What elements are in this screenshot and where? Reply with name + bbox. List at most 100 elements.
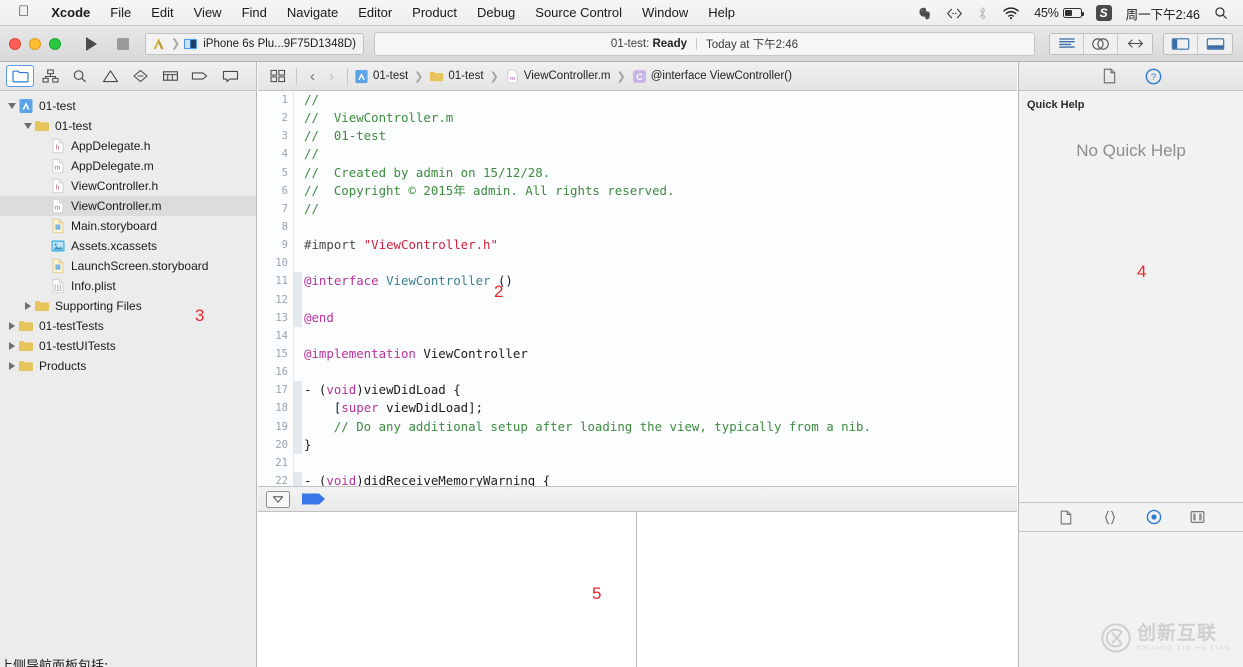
file-tree-row[interactable]: 01-test (0, 116, 256, 136)
battery-indicator[interactable]: 45% (1027, 0, 1088, 26)
menu-bar-clock[interactable]: 周一下午2:46 (1119, 0, 1207, 26)
code-line[interactable]: 7 // (258, 200, 1017, 218)
navigate-back-button[interactable]: ‹ (303, 69, 322, 84)
breakpoint-navigator-tab[interactable] (186, 65, 214, 87)
code-line[interactable]: 22 - (void)didReceiveMemoryWarning { (258, 471, 1017, 486)
scheme-selector[interactable]: ❯ iPhone 6s Plu...9F75D1348D) (145, 32, 365, 55)
menu-navigate[interactable]: Navigate (277, 0, 348, 26)
file-tree-row[interactable]: Supporting Files (0, 296, 256, 316)
file-tree-row[interactable]: LaunchScreen.storyboard (0, 256, 256, 276)
file-tree-row[interactable]: 01-testTests (0, 316, 256, 336)
evernote-icon[interactable] (910, 0, 939, 26)
code-line[interactable]: 6 // Copyright © 2015年 admin. All rights … (258, 182, 1017, 200)
code-line[interactable]: 20} (258, 435, 1017, 454)
file-tree-row[interactable]: 01-test (0, 96, 256, 116)
menu-source-control[interactable]: Source Control (525, 0, 632, 26)
symbol-navigator-tab[interactable] (36, 65, 64, 87)
code-line[interactable]: 1 // (258, 91, 1017, 109)
menu-view[interactable]: View (184, 0, 232, 26)
code-line[interactable]: 5 // Created by admin on 15/12/28. (258, 164, 1017, 182)
bluetooth-icon[interactable] (970, 0, 995, 26)
assistant-editor-button[interactable] (1084, 33, 1118, 54)
code-line[interactable]: 15 @implementation ViewController (258, 345, 1017, 363)
wifi-icon[interactable] (995, 0, 1027, 26)
file-tree-row[interactable]: Main.storyboard (0, 216, 256, 236)
report-navigator-tab[interactable] (216, 65, 244, 87)
code-line[interactable]: 9 #import "ViewController.h" (258, 236, 1017, 254)
quick-help-inspector-tab[interactable]: ? (1140, 65, 1166, 87)
disclosure-triangle-icon[interactable] (22, 302, 34, 310)
object-library-tab[interactable] (1187, 506, 1209, 528)
file-inspector-tab[interactable] (1096, 65, 1122, 87)
project-navigator-tab[interactable] (6, 65, 34, 87)
find-navigator-tab[interactable] (66, 65, 94, 87)
source-code-editor[interactable]: 1 // 2 // ViewController.m 3 // 01-test 4 // 5 //… (258, 91, 1017, 486)
apple-icon[interactable]:  (0, 4, 41, 21)
variables-view[interactable] (258, 512, 637, 667)
code-line[interactable]: 13 @end (258, 308, 1017, 327)
file-tree-row[interactable]: h ViewController.h (0, 176, 256, 196)
code-line[interactable]: 10 (258, 254, 1017, 272)
menu-debug[interactable]: Debug (467, 0, 525, 26)
menu-edit[interactable]: Edit (141, 0, 183, 26)
breadcrumb-file[interactable]: m ViewController.m (505, 69, 611, 84)
file-tree-row[interactable]: m ViewController.m (0, 196, 256, 216)
close-window-button[interactable] (9, 37, 21, 50)
breadcrumb-symbol[interactable]: C @interface ViewController() (632, 69, 792, 84)
code-line[interactable]: 3 // 01-test (258, 127, 1017, 145)
menu-find[interactable]: Find (232, 0, 277, 26)
disclosure-triangle-icon[interactable] (6, 342, 18, 350)
stop-button[interactable] (107, 33, 139, 55)
code-line[interactable]: 12 (258, 290, 1017, 309)
standard-editor-button[interactable] (1050, 33, 1084, 54)
minimize-window-button[interactable] (29, 37, 41, 50)
code-line[interactable]: 2 // ViewController.m (258, 109, 1017, 127)
code-line[interactable]: 17 - (void)viewDidLoad { (258, 381, 1017, 400)
media-library-tab[interactable] (1143, 506, 1165, 528)
debug-area-toggle-button[interactable] (1198, 34, 1232, 54)
file-template-library-tab[interactable] (1055, 506, 1077, 528)
menu-window[interactable]: Window (632, 0, 698, 26)
code-line[interactable]: 19 // Do any additional setup after load… (258, 417, 1017, 436)
related-items-icon[interactable] (266, 65, 290, 87)
file-tree-row[interactable]: Assets.xcassets (0, 236, 256, 256)
issue-navigator-tab[interactable] (96, 65, 124, 87)
breadcrumb-project[interactable]: 01-test (354, 69, 408, 84)
menu-product[interactable]: Product (402, 0, 467, 26)
file-tree-row[interactable]: 01-testUITests (0, 336, 256, 356)
menu-help[interactable]: Help (698, 0, 745, 26)
navigate-forward-button[interactable]: › (322, 69, 341, 84)
code-content[interactable]: 1 // 2 // ViewController.m 3 // 01-test 4 // 5 //… (258, 91, 1017, 486)
breadcrumb-group[interactable]: 01-test (429, 69, 484, 84)
zoom-window-button[interactable] (49, 37, 61, 50)
navigator-toggle-button[interactable] (1164, 33, 1198, 54)
console-view[interactable] (637, 512, 1017, 667)
menu-file[interactable]: File (100, 0, 141, 26)
code-line[interactable]: 16 (258, 363, 1017, 381)
code-line[interactable]: 4 // (258, 145, 1017, 163)
menu-editor[interactable]: Editor (348, 0, 402, 26)
code-line[interactable]: 14 (258, 327, 1017, 345)
code-line[interactable]: 11 @interface ViewController () (258, 272, 1017, 291)
test-navigator-tab[interactable] (126, 65, 154, 87)
breakpoint-arrow-icon[interactable] (302, 492, 328, 506)
angle-brackets-icon[interactable] (939, 0, 970, 26)
file-tree-row[interactable]: Products (0, 356, 256, 376)
debug-jumpbar-toggle[interactable] (266, 490, 290, 508)
code-snippet-library-tab[interactable] (1099, 506, 1121, 528)
code-line[interactable]: 18 [super viewDidLoad]; (258, 399, 1017, 418)
disclosure-triangle-icon[interactable] (6, 322, 18, 330)
file-tree-row[interactable]: h AppDelegate.h (0, 136, 256, 156)
file-tree-row[interactable]: Info.plist (0, 276, 256, 296)
disclosure-triangle-icon[interactable] (6, 362, 18, 370)
version-editor-button[interactable] (1118, 34, 1152, 54)
spotlight-search-icon[interactable] (1207, 0, 1235, 26)
disclosure-triangle-icon[interactable] (6, 103, 18, 109)
debug-navigator-tab[interactable] (156, 65, 184, 87)
code-line[interactable]: 21 (258, 454, 1017, 472)
menu-xcode[interactable]: Xcode (41, 0, 100, 26)
code-line[interactable]: 8 (258, 218, 1017, 236)
disclosure-triangle-icon[interactable] (22, 123, 34, 129)
input-method-icon[interactable]: S (1089, 0, 1119, 26)
file-tree-row[interactable]: m AppDelegate.m (0, 156, 256, 176)
